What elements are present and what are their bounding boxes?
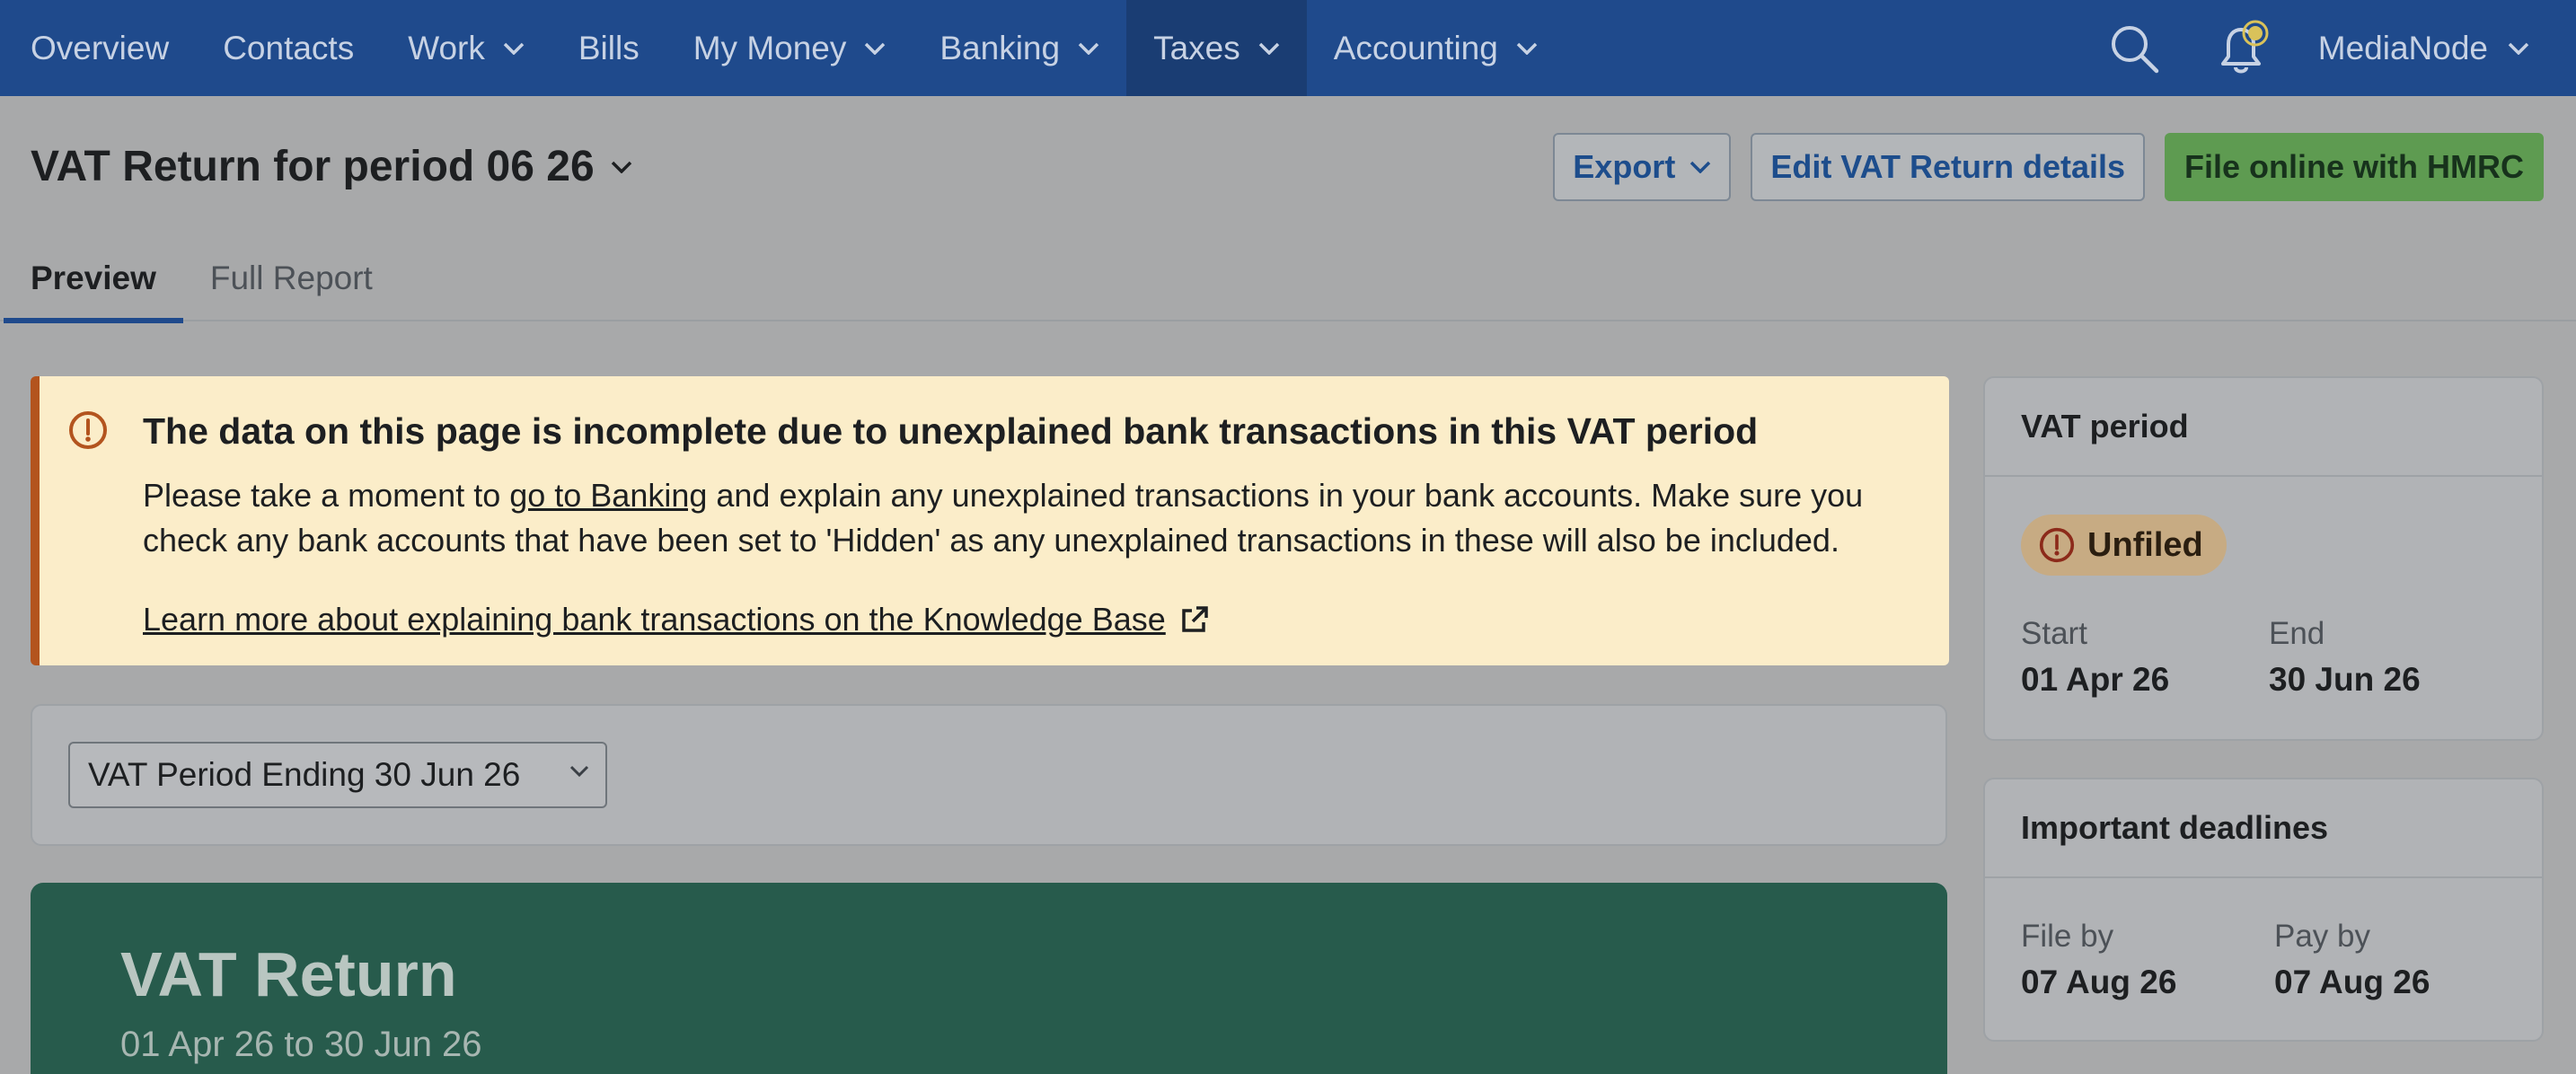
tab-preview[interactable]: Preview xyxy=(0,235,183,323)
nav-contacts-label: Contacts xyxy=(223,29,355,66)
edit-vat-return-button[interactable]: Edit VAT Return details xyxy=(1751,133,2146,201)
file-by-deadline: File by 07 Aug 26 xyxy=(2021,919,2176,1001)
edit-vat-return-label: Edit VAT Return details xyxy=(1770,148,2126,185)
chevron-down-icon xyxy=(2508,42,2529,55)
tab-preview-label: Preview xyxy=(31,260,156,296)
vat-period-card: VAT period Unfiled Start 01 Apr 26 End 3… xyxy=(1983,376,2544,741)
vat-return-summary: VAT Return 01 Apr 26 to 30 Jun 26 xyxy=(31,883,1947,1074)
alert-icon xyxy=(68,410,108,454)
user-menu[interactable]: MediaNode xyxy=(2318,30,2529,67)
go-to-banking-link[interactable]: go to Banking xyxy=(509,477,707,514)
start-value: 01 Apr 26 xyxy=(2021,661,2170,698)
nav-my-money-label: My Money xyxy=(693,29,847,66)
vat-period-select-value: VAT Period Ending 30 Jun 26 xyxy=(88,756,521,793)
page-title[interactable]: VAT Return for period 06 26 xyxy=(31,142,632,191)
nav-banking-label: Banking xyxy=(940,29,1061,66)
period-select-card: VAT Period Ending 30 Jun 26 xyxy=(31,704,1947,846)
nav-accounting-label: Accounting xyxy=(1333,29,1498,66)
knowledge-base-link-text: Learn more about explaining bank transac… xyxy=(143,601,1166,638)
chevron-down-icon xyxy=(1258,42,1279,55)
file-online-label: File online with HMRC xyxy=(2184,148,2524,185)
end-date: End 30 Jun 26 xyxy=(2269,616,2421,699)
end-label: End xyxy=(2269,616,2325,651)
tab-full-report[interactable]: Full Report xyxy=(183,235,400,321)
alert-title: The data on this page is incomplete due … xyxy=(143,410,1759,452)
pay-by-label: Pay by xyxy=(2274,919,2370,954)
vat-return-range: 01 Apr 26 to 30 Jun 26 xyxy=(120,1025,482,1064)
nav-overview-label: Overview xyxy=(31,29,170,66)
knowledge-base-link[interactable]: Learn more about explaining bank transac… xyxy=(143,601,1211,638)
header-actions: Export Edit VAT Return details File onli… xyxy=(1553,133,2544,201)
alert-body-prefix: Please take a moment to xyxy=(143,477,510,514)
nav-work-label: Work xyxy=(408,29,485,66)
nav-taxes[interactable]: Taxes xyxy=(1126,0,1307,96)
vat-period-select[interactable]: VAT Period Ending 30 Jun 26 xyxy=(68,742,607,808)
export-button-label: Export xyxy=(1573,148,1676,185)
nav-overview[interactable]: Overview xyxy=(0,0,196,96)
nav-accounting[interactable]: Accounting xyxy=(1307,0,1565,96)
incomplete-data-alert: The data on this page is incomplete due … xyxy=(31,376,1949,665)
status-badge: Unfiled xyxy=(2021,515,2227,576)
chevron-down-icon xyxy=(865,42,886,55)
file-by-value: 07 Aug 26 xyxy=(2021,964,2177,1000)
bell-icon[interactable] xyxy=(2210,17,2273,80)
file-by-label: File by xyxy=(2021,919,2114,954)
nav-contacts[interactable]: Contacts xyxy=(196,0,381,96)
nav-right-group: MediaNode xyxy=(2103,0,2576,96)
warning-circle-icon xyxy=(2039,527,2075,563)
tab-full-report-label: Full Report xyxy=(209,260,373,296)
tabs: Preview Full Report xyxy=(0,235,2576,323)
chevron-down-icon xyxy=(611,161,631,173)
chevron-down-icon xyxy=(1690,161,1711,173)
top-navigation: Overview Contacts Work Bills My Money Ba… xyxy=(0,0,2576,96)
pay-by-deadline: Pay by 07 Aug 26 xyxy=(2274,919,2430,1001)
page-title-text: VAT Return for period 06 26 xyxy=(31,143,595,190)
chevron-down-icon xyxy=(1078,42,1099,55)
nav-taxes-label: Taxes xyxy=(1153,29,1240,66)
nav-work[interactable]: Work xyxy=(381,0,551,96)
nav-my-money[interactable]: My Money xyxy=(666,0,913,96)
search-icon[interactable] xyxy=(2103,17,2166,80)
deadlines-heading: Important deadlines xyxy=(1985,779,2542,878)
export-button[interactable]: Export xyxy=(1553,133,1732,201)
external-link-icon xyxy=(1182,606,1208,632)
status-badge-label: Unfiled xyxy=(2087,525,2203,564)
alert-body: Please take a moment to go to Banking an… xyxy=(143,473,1930,563)
nav-bills[interactable]: Bills xyxy=(551,0,666,96)
nav-bills-label: Bills xyxy=(578,29,640,66)
chevron-down-icon xyxy=(1516,42,1538,55)
important-deadlines-card: Important deadlines File by 07 Aug 26 Pa… xyxy=(1983,778,2544,1042)
vat-period-heading: VAT period xyxy=(1985,378,2542,477)
start-date: Start 01 Apr 26 xyxy=(2021,616,2169,699)
chevron-down-icon xyxy=(569,765,589,778)
file-online-button[interactable]: File online with HMRC xyxy=(2165,133,2544,201)
user-name: MediaNode xyxy=(2317,29,2488,66)
pay-by-value: 07 Aug 26 xyxy=(2274,964,2430,1000)
end-value: 30 Jun 26 xyxy=(2269,661,2421,698)
vat-return-title: VAT Return xyxy=(120,939,457,1009)
nav-banking[interactable]: Banking xyxy=(913,0,1126,96)
start-label: Start xyxy=(2021,616,2087,651)
chevron-down-icon xyxy=(503,42,525,55)
